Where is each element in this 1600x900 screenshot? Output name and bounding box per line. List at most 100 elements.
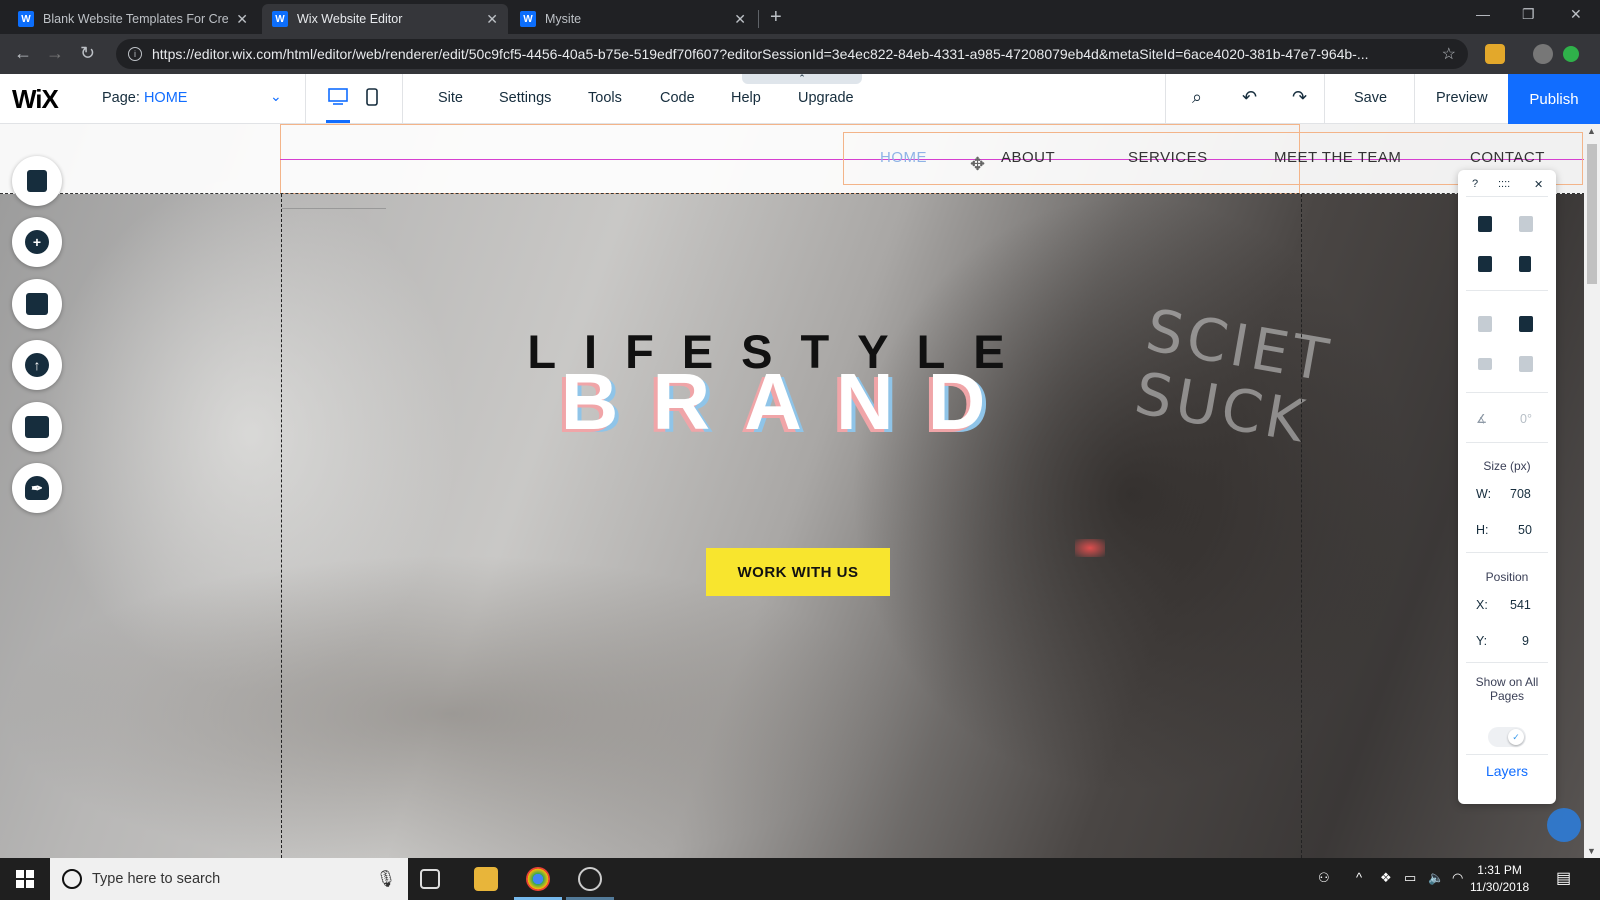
media-upload-button[interactable]: ↑ bbox=[12, 340, 62, 390]
task-view-icon[interactable] bbox=[420, 869, 440, 889]
element-toolbar-panel: ? :::: ✕ ∡ 0° Size (px) W: 708 H: 50 Pos… bbox=[1458, 170, 1556, 804]
app-market-button[interactable] bbox=[12, 279, 62, 329]
site-nav-services[interactable]: SERVICES bbox=[1128, 149, 1208, 166]
scroll-up-icon[interactable]: ▲ bbox=[1587, 126, 1596, 136]
panel-divider bbox=[1466, 442, 1548, 443]
close-icon[interactable]: ✕ bbox=[1534, 178, 1543, 191]
page-selector[interactable]: Page: HOME bbox=[102, 90, 187, 106]
menu-tools[interactable]: Tools bbox=[588, 90, 622, 106]
extension-icon[interactable] bbox=[1485, 44, 1505, 64]
editor-canvas[interactable]: SCIET SUCK HOME ✥ ABOUT SERVICES MEET TH… bbox=[0, 124, 1600, 858]
paste-icon[interactable] bbox=[1519, 216, 1533, 232]
save-button[interactable]: Save bbox=[1354, 90, 1387, 106]
forward-icon[interactable]: → bbox=[46, 43, 64, 64]
redo-icon[interactable]: ↷ bbox=[1292, 87, 1307, 108]
tab-title: Wix Website Editor bbox=[297, 12, 403, 26]
collapse-toolbar-button[interactable]: ⌃ bbox=[742, 74, 862, 84]
add-button[interactable]: + bbox=[12, 217, 62, 267]
menu-settings[interactable]: Settings bbox=[499, 90, 551, 106]
preview-button[interactable]: Preview bbox=[1436, 90, 1488, 106]
y-input[interactable]: 9 bbox=[1522, 634, 1529, 648]
profile-avatar[interactable] bbox=[1533, 44, 1553, 64]
duplicate-icon[interactable] bbox=[1478, 256, 1492, 272]
url-box[interactable]: i https://editor.wix.com/html/editor/web… bbox=[116, 39, 1468, 69]
url-text[interactable]: https://editor.wix.com/html/editor/web/r… bbox=[152, 46, 1434, 62]
notifications-icon[interactable]: ▤ bbox=[1556, 868, 1571, 888]
delete-icon[interactable] bbox=[1519, 256, 1531, 272]
menu-site[interactable]: Site bbox=[438, 90, 463, 106]
menu-help[interactable]: Help bbox=[731, 90, 761, 106]
drag-handle-icon[interactable]: :::: bbox=[1498, 178, 1510, 190]
help-icon[interactable]: ? bbox=[1472, 178, 1478, 190]
close-window-icon[interactable]: ✕ bbox=[1570, 6, 1582, 23]
work-with-us-button[interactable]: WORK WITH US bbox=[706, 548, 890, 596]
browser-tab-strip: W Blank Website Templates For Cre ✕ W Wi… bbox=[0, 0, 1600, 34]
obs-icon[interactable] bbox=[578, 867, 602, 891]
publish-button[interactable]: Publish bbox=[1508, 74, 1600, 124]
scroll-down-icon[interactable]: ▼ bbox=[1587, 846, 1596, 856]
canvas-scrollbar[interactable]: ▲ ▼ bbox=[1584, 124, 1600, 858]
back-icon[interactable]: ← bbox=[14, 43, 32, 64]
height-input[interactable]: 50 bbox=[1518, 523, 1532, 537]
microphone-icon[interactable]: 🎙 bbox=[376, 869, 396, 889]
extension-green-icon[interactable] bbox=[1563, 46, 1579, 62]
align-icon[interactable] bbox=[1478, 358, 1492, 370]
blog-button[interactable]: ✒ bbox=[12, 463, 62, 513]
info-icon[interactable]: i bbox=[128, 47, 142, 61]
taskbar-search[interactable]: Type here to search 🎙 bbox=[50, 858, 408, 900]
move-handle-icon[interactable]: ✥ bbox=[970, 154, 985, 175]
close-icon[interactable]: ✕ bbox=[734, 11, 746, 28]
file-explorer-icon[interactable] bbox=[474, 867, 498, 891]
rotation-value[interactable]: 0° bbox=[1520, 412, 1532, 426]
bookmark-star-icon[interactable]: ☆ bbox=[1442, 44, 1456, 64]
tray-overflow-icon[interactable]: ^ bbox=[1356, 870, 1362, 885]
layers-button[interactable]: Layers bbox=[1458, 763, 1556, 779]
bookings-button[interactable] bbox=[12, 402, 62, 452]
minimize-icon[interactable]: — bbox=[1476, 6, 1490, 22]
menu-code[interactable]: Code bbox=[660, 90, 695, 106]
pages-menu-button[interactable] bbox=[12, 156, 62, 206]
wifi-icon[interactable]: ◠ bbox=[1452, 870, 1463, 886]
chevron-down-icon[interactable]: ⌄ bbox=[270, 88, 282, 105]
arrange-front-icon[interactable] bbox=[1519, 316, 1533, 332]
volume-icon[interactable]: 🔈 bbox=[1428, 870, 1444, 886]
scroll-thumb[interactable] bbox=[1587, 144, 1597, 284]
wix-favicon: W bbox=[272, 11, 288, 27]
people-icon[interactable]: ⚇ bbox=[1318, 870, 1330, 886]
menu-upgrade[interactable]: Upgrade bbox=[798, 90, 854, 106]
battery-icon[interactable]: ▭ bbox=[1404, 870, 1416, 886]
arrange-back-icon[interactable] bbox=[1478, 316, 1492, 332]
dropbox-icon[interactable]: ❖ bbox=[1380, 870, 1392, 886]
width-input[interactable]: 708 bbox=[1510, 487, 1531, 501]
tab-title: Blank Website Templates For Cre bbox=[43, 12, 229, 26]
close-icon[interactable]: ✕ bbox=[236, 11, 248, 28]
site-nav-meet-the-team[interactable]: MEET THE TEAM bbox=[1274, 149, 1401, 166]
taskbar-search-placeholder[interactable]: Type here to search bbox=[92, 871, 376, 887]
help-chat-icon[interactable] bbox=[1547, 808, 1581, 842]
restore-icon[interactable]: ❐ bbox=[1522, 6, 1535, 23]
zoom-icon[interactable]: ⌕ bbox=[1192, 87, 1202, 108]
distribute-icon[interactable] bbox=[1519, 356, 1533, 372]
tab-wix-editor[interactable]: W Wix Website Editor ✕ bbox=[262, 4, 508, 34]
site-nav-home[interactable]: HOME bbox=[880, 149, 927, 166]
tab-title: Mysite bbox=[545, 12, 582, 26]
tab-blank-templates[interactable]: W Blank Website Templates For Cre ✕ bbox=[8, 4, 258, 34]
close-icon[interactable]: ✕ bbox=[486, 11, 498, 28]
rotate-icon[interactable]: ∡ bbox=[1476, 411, 1487, 426]
new-tab-button[interactable]: + bbox=[770, 6, 782, 29]
hero-title[interactable]: BRAND bbox=[500, 356, 1080, 448]
tab-mysite[interactable]: W Mysite ✕ bbox=[510, 4, 756, 34]
reload-icon[interactable]: ↻ bbox=[80, 43, 95, 64]
position-label: Position bbox=[1485, 570, 1529, 584]
desktop-view-icon[interactable] bbox=[328, 88, 348, 106]
undo-icon[interactable]: ↶ bbox=[1242, 87, 1257, 108]
taskbar-clock[interactable]: 1:31 PM 11/30/2018 bbox=[1470, 862, 1529, 896]
x-input[interactable]: 541 bbox=[1510, 598, 1531, 612]
show-all-pages-toggle[interactable]: ✓ bbox=[1488, 727, 1526, 747]
windows-start-icon[interactable] bbox=[16, 870, 34, 888]
site-nav-about[interactable]: ABOUT bbox=[1001, 149, 1055, 166]
copy-icon[interactable] bbox=[1478, 216, 1492, 232]
chrome-icon[interactable] bbox=[526, 867, 550, 891]
site-nav-contact[interactable]: CONTACT bbox=[1470, 149, 1545, 166]
mobile-view-icon[interactable] bbox=[366, 88, 378, 106]
